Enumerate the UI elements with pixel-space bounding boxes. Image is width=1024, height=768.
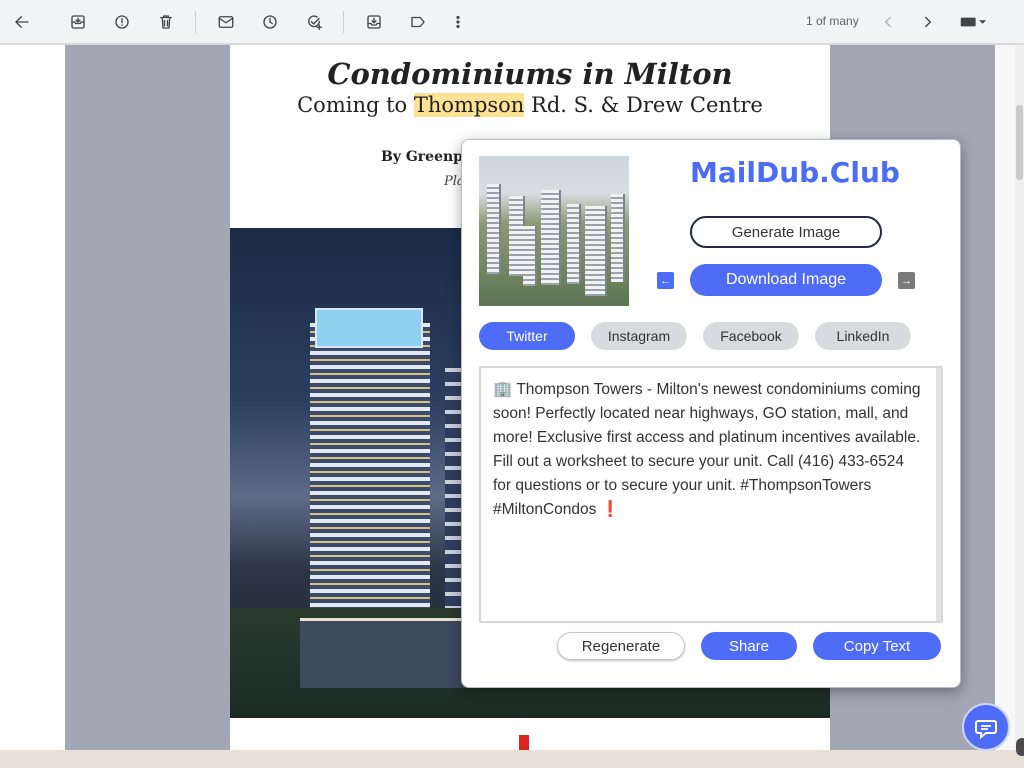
regenerate-button[interactable]: Regenerate: [557, 632, 685, 660]
archive-icon[interactable]: [65, 9, 91, 35]
red-marker: [519, 735, 529, 750]
page-scrollbar-thumb[interactable]: [1016, 105, 1023, 180]
more-icon[interactable]: [445, 9, 471, 35]
chevron-right-icon[interactable]: [915, 9, 941, 35]
thumb-tower: [611, 194, 625, 282]
subtitle-highlight: Thompson: [413, 93, 525, 117]
tab-twitter[interactable]: Twitter: [479, 322, 575, 350]
subtitle-after: Rd. S. & Drew Centre: [524, 93, 763, 117]
prev-image-arrow-icon[interactable]: ←: [657, 272, 674, 289]
pager-text: 1 of many: [806, 14, 859, 28]
snooze-icon[interactable]: [257, 9, 283, 35]
tab-facebook[interactable]: Facebook: [703, 322, 799, 350]
thumb-tower: [487, 184, 501, 274]
thumb-tower: [585, 206, 607, 296]
subtitle-before: Coming to: [297, 93, 414, 117]
brand-title: MailDub.Club: [690, 156, 900, 189]
post-text-area[interactable]: 🏢 Thompson Towers - Milton's newest cond…: [479, 366, 943, 623]
mail-margin: [995, 45, 1015, 750]
side-handle[interactable]: [1016, 738, 1024, 756]
keyboard-icon[interactable]: [955, 9, 991, 35]
label-icon[interactable]: [405, 9, 431, 35]
toolbar-divider: [343, 11, 344, 33]
back-arrow-icon[interactable]: [9, 9, 35, 35]
thumb-tower: [523, 226, 537, 286]
chevron-left-icon[interactable]: [875, 9, 901, 35]
post-text: 🏢 Thompson Towers - Milton's newest cond…: [493, 381, 921, 518]
generated-image-thumbnail[interactable]: [479, 156, 629, 306]
tab-instagram[interactable]: Instagram: [591, 322, 687, 350]
delete-icon[interactable]: [153, 9, 179, 35]
download-image-button[interactable]: Download Image: [690, 264, 882, 296]
email-byline: By Greenp: [381, 149, 463, 165]
desktop-strip: [0, 750, 1024, 768]
generate-image-button[interactable]: Generate Image: [690, 216, 882, 248]
chat-bubble-icon: [975, 720, 997, 740]
tower-main: [310, 323, 430, 643]
mail-toolbar: 1 of many: [0, 0, 1024, 44]
next-image-arrow-icon[interactable]: →: [898, 272, 915, 289]
email-subtitle: Coming to Thompson Rd. S. & Drew Centre: [230, 93, 830, 117]
thumb-tower: [567, 204, 581, 284]
tab-linkedin[interactable]: LinkedIn: [815, 322, 911, 350]
tower-crown: [315, 308, 423, 348]
maildub-launcher-button[interactable]: [962, 703, 1010, 751]
copy-text-button[interactable]: Copy Text: [813, 632, 941, 660]
report-spam-icon[interactable]: [109, 9, 135, 35]
mark-unread-icon[interactable]: [213, 9, 239, 35]
post-text-scrollbar[interactable]: [936, 368, 941, 621]
thumb-tower: [541, 190, 561, 285]
move-to-icon[interactable]: [361, 9, 387, 35]
add-task-icon[interactable]: [301, 9, 327, 35]
share-button[interactable]: Share: [701, 632, 797, 660]
toolbar-divider: [195, 11, 196, 33]
email-title: Condominiums in Milton: [327, 57, 733, 91]
maildub-popup: MailDub.Club Generate Image ← Download I…: [461, 139, 961, 688]
